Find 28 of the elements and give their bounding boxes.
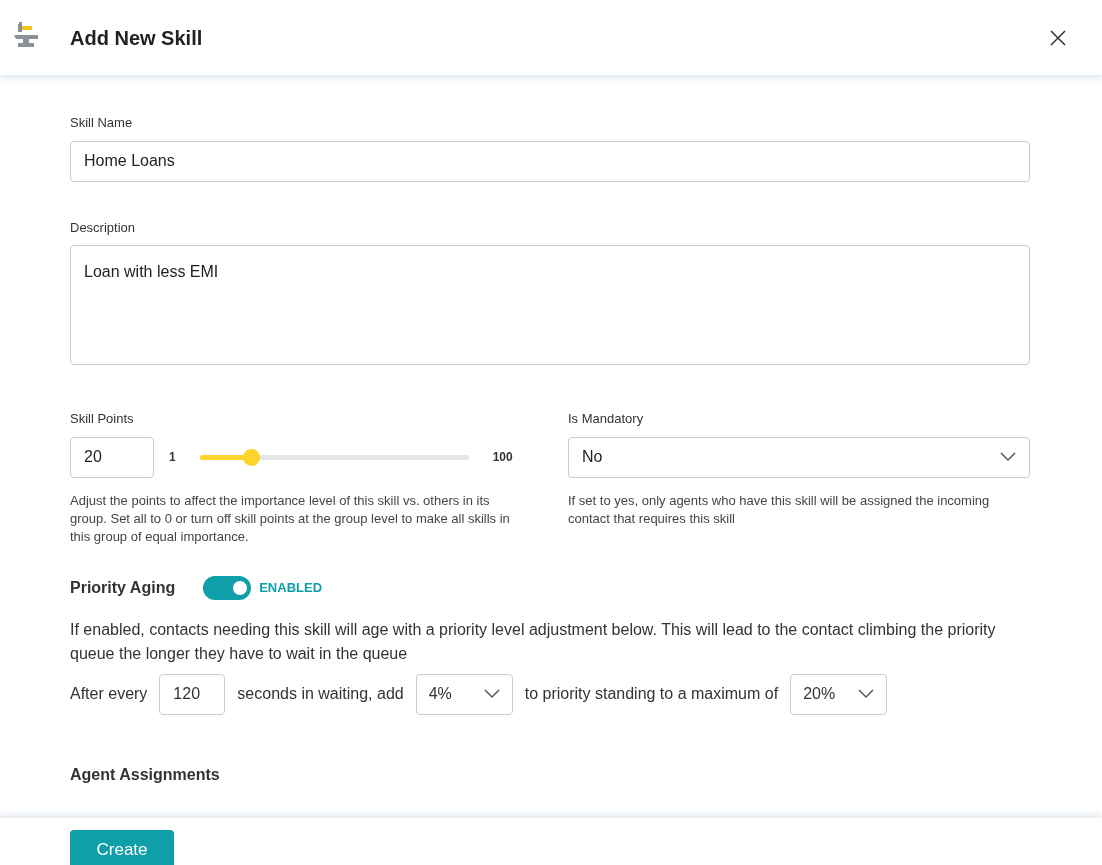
description-textarea[interactable]: Loan with less EMI — [70, 245, 1030, 365]
section-title: Priority Aging — [70, 577, 176, 598]
slider-thumb[interactable] — [242, 448, 260, 466]
percent-select[interactable]: 4% — [415, 673, 513, 715]
help-text: If enabled, contacts needing this skill will age with a priority level adjustment below. This will lead to the contact climbing the priority queue the longer they have to wait in the queue — [70, 619, 997, 664]
sentence-text: seconds in waiting, add — [237, 684, 404, 704]
slider-min-label: 1 — [169, 449, 176, 466]
section-title: Agent Assignments — [70, 764, 221, 785]
skill-name-input[interactable]: Home Loans — [70, 140, 1030, 182]
field-label: Skill Points — [70, 410, 135, 428]
percent-select[interactable]: 20% — [790, 673, 888, 715]
dialog-title: Add New Skill — [70, 25, 203, 51]
field-label: Is Mandatory — [568, 410, 645, 428]
field-label: Skill Name — [70, 114, 134, 132]
chevron-down-icon — [858, 689, 875, 699]
slider-max-label: 100 — [492, 449, 513, 466]
sentence-text: to priority standing to a maximum of — [524, 684, 779, 704]
toggle-status: ENABLED — [259, 578, 323, 597]
toggle-switch[interactable] — [203, 575, 252, 600]
mandatory-select[interactable]: No — [568, 436, 1030, 478]
chevron-down-icon — [483, 689, 500, 699]
seconds-input[interactable]: 120 — [159, 673, 226, 715]
field-label: Description — [70, 218, 137, 237]
help-text: If set to yes, only agents who have this skill will be assigned the incoming contact that requires this skill — [568, 491, 991, 528]
skill-points-input[interactable]: 20 — [70, 436, 154, 478]
sentence-text: After every — [70, 684, 148, 704]
help-text: Adjust the points to affect the importance level of this skill vs. others in its group. Set all to 0 or turn off skill points at the group level to make all skills in this group of equal importance. — [70, 491, 511, 546]
chevron-down-icon — [1000, 452, 1016, 462]
